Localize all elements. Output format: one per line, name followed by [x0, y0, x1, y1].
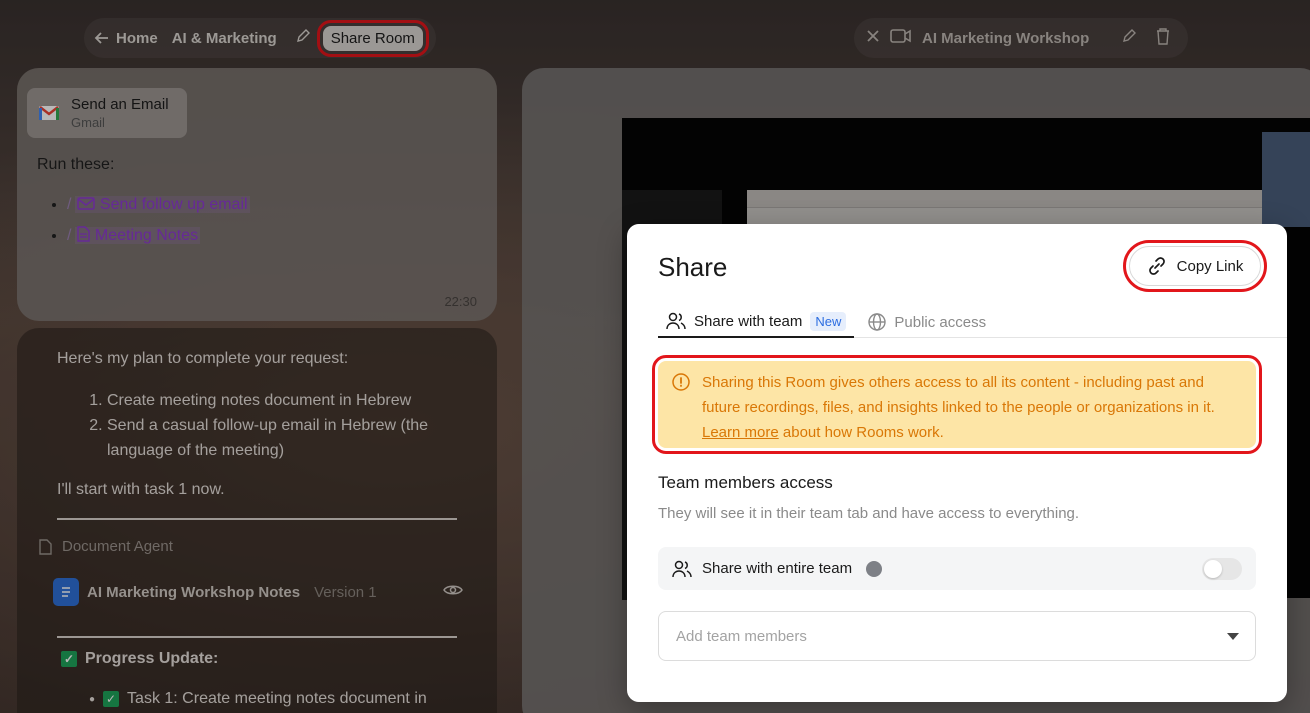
users-icon — [666, 312, 686, 330]
section-title: Team members access — [658, 473, 833, 492]
share-entire-team-row: Share with entire team — [658, 547, 1256, 590]
dialog-title: Share — [658, 252, 728, 282]
copy-link-label: Copy Link — [1176, 257, 1244, 275]
new-badge: New — [810, 311, 847, 331]
users-icon — [672, 560, 692, 577]
section-subtitle: They will see it in their team tab and h… — [658, 505, 1080, 522]
add-team-members-select[interactable]: Add team members — [658, 611, 1256, 661]
chevron-down-icon — [1227, 633, 1239, 640]
add-members-placeholder: Add team members — [676, 627, 807, 645]
learn-more-link[interactable]: Learn more — [702, 424, 779, 441]
tab-label: Share with team — [694, 312, 803, 330]
share-entire-team-toggle[interactable] — [1202, 558, 1242, 580]
copy-link-button[interactable]: Copy Link — [1123, 240, 1267, 292]
warning-banner: Sharing this Room gives others access to… — [652, 355, 1262, 454]
tab-label: Public access — [894, 313, 987, 331]
warning-text-end: about how Rooms work. — [778, 424, 944, 441]
link-icon — [1148, 257, 1165, 275]
info-icon — [672, 373, 690, 391]
share-tabs: Share with team New Public access — [658, 306, 1287, 338]
globe-icon — [868, 313, 887, 331]
share-entire-label: Share with entire team — [702, 560, 853, 577]
warning-text: Sharing this Room gives others access to… — [702, 374, 1215, 416]
team-status-dot — [866, 560, 883, 577]
tab-share-with-team[interactable]: Share with team New — [658, 306, 855, 338]
tab-public-access[interactable]: Public access — [860, 306, 994, 338]
share-dialog: Share Copy Link Share with team New Publ… — [627, 224, 1287, 702]
